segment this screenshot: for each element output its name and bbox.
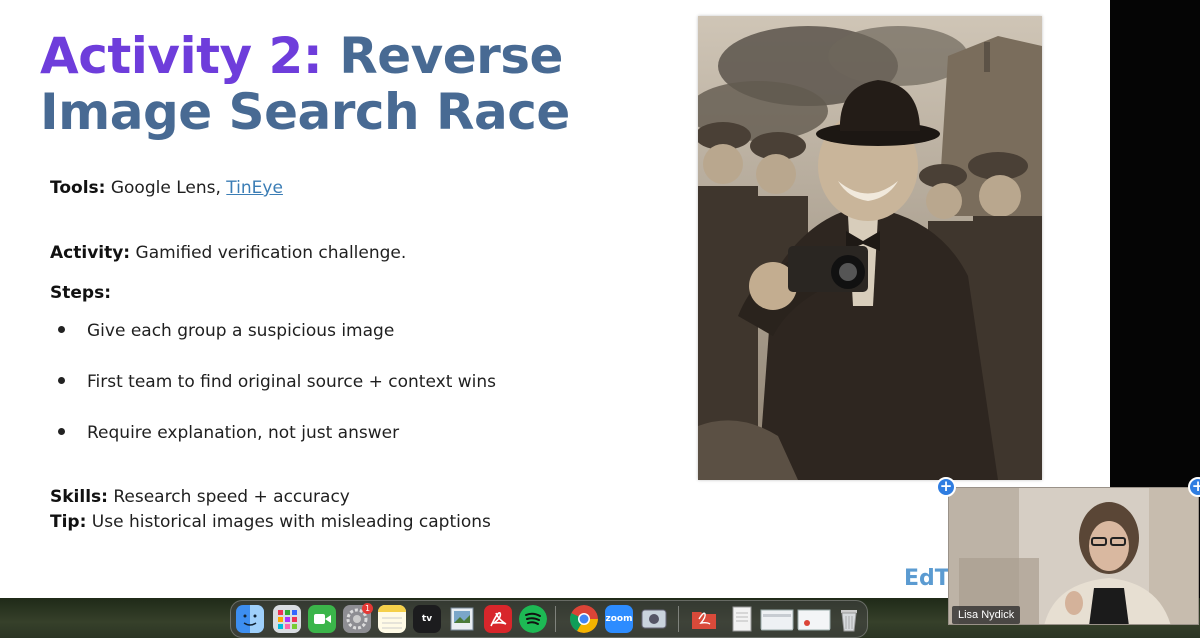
list-item: Require explanation, not just answer: [58, 423, 399, 443]
activity-label: Activity:: [50, 243, 131, 263]
dock-separator: [678, 606, 679, 632]
tip-line: Tip: Use historical images with misleadi…: [50, 512, 491, 532]
skills-label: Skills:: [50, 487, 108, 507]
notification-badge: 1: [362, 603, 373, 614]
window-thumbnail-icon[interactable]: [797, 605, 831, 633]
step-text: Give each group a suspicious image: [87, 321, 395, 341]
add-button[interactable]: +: [936, 477, 956, 497]
screen: Activity 2: Reverse Image Search Race To…: [0, 0, 1200, 638]
window-thumbnail-icon[interactable]: [760, 605, 794, 633]
zoom-icon[interactable]: zoom: [605, 605, 633, 633]
apple-tv-label: tv: [421, 614, 433, 624]
tools-line: Tools: Google Lens, TinEye: [50, 178, 283, 198]
edtech-logo-text: EdT: [904, 566, 950, 591]
list-item: First team to find original source + con…: [58, 372, 496, 392]
document-icon[interactable]: [728, 605, 756, 633]
tools-text: Google Lens,: [110, 178, 227, 198]
slide-title-line2: Image Search Race: [40, 83, 570, 141]
steps-heading: Steps:: [50, 283, 111, 303]
screenshot-icon[interactable]: [640, 605, 668, 633]
participant-video[interactable]: [948, 487, 1199, 625]
notes-icon[interactable]: [378, 605, 406, 633]
acrobat-icon[interactable]: [484, 605, 512, 633]
preview-icon[interactable]: [448, 605, 476, 633]
activity-line: Activity: Gamified verification challeng…: [50, 243, 406, 263]
slide-title: Activity 2: Reverse Image Search Race: [40, 28, 570, 140]
steps-label: Steps:: [50, 283, 111, 303]
chrome-icon[interactable]: [570, 605, 598, 633]
historical-photo: [698, 16, 1042, 480]
bullet-icon: [58, 427, 65, 435]
trash-icon[interactable]: [835, 605, 863, 633]
bullet-icon: [58, 325, 65, 333]
slide-title-accent: Activity 2:: [40, 27, 323, 85]
apple-tv-icon[interactable]: tv: [413, 605, 441, 633]
slide-title-rest: Reverse: [339, 27, 563, 85]
launchpad-icon[interactable]: [273, 605, 301, 633]
tip-text: Use historical images with misleading ca…: [91, 512, 491, 532]
participant-name: Lisa Nydick: [952, 606, 1021, 624]
downloads-folder-icon[interactable]: [690, 605, 718, 633]
finder-icon[interactable]: [236, 605, 264, 633]
list-item: Give each group a suspicious image: [58, 321, 394, 341]
skills-text: Research speed + accuracy: [113, 487, 350, 507]
zoom-label: zoom: [605, 614, 633, 624]
dock-separator: [555, 606, 556, 632]
step-text: First team to find original source + con…: [87, 372, 497, 392]
skills-line: Skills: Research speed + accuracy: [50, 487, 350, 507]
bullet-icon: [58, 376, 65, 384]
facetime-icon[interactable]: [308, 605, 336, 633]
step-text: Require explanation, not just answer: [87, 423, 400, 443]
spotify-icon[interactable]: [519, 605, 547, 633]
tineye-link[interactable]: TinEye: [226, 178, 283, 198]
tools-label: Tools:: [50, 178, 106, 198]
tip-label: Tip:: [50, 512, 87, 532]
activity-text: Gamified verification challenge.: [135, 243, 407, 263]
